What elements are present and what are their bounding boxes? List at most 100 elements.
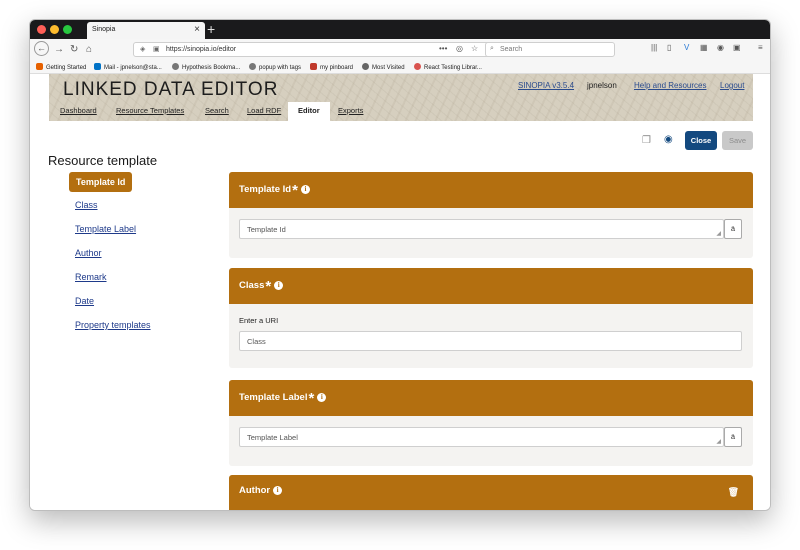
octopus-icon [414, 63, 421, 70]
resize-handle-icon[interactable]: ◢ [716, 438, 721, 445]
tab-search[interactable]: Search [205, 106, 229, 115]
tab-exports[interactable]: Exports [338, 106, 363, 115]
panel-class: Class* i Enter a URI Class [229, 268, 753, 368]
search-icon: ⌕ [490, 45, 494, 52]
input-placeholder: Template Label [247, 433, 298, 442]
extension-grid-icon[interactable]: ▦ [700, 43, 708, 52]
bookmark-item[interactable]: React Testing Librar... [414, 63, 482, 71]
copy-icon[interactable]: ❐ [642, 135, 651, 146]
info-icon[interactable]: i [274, 281, 284, 290]
minimize-window-icon[interactable] [50, 25, 59, 34]
version-link[interactable]: SINOPIA v3.5.4 [518, 81, 574, 90]
bookmark-star-icon[interactable]: ☆ [471, 44, 478, 53]
gear-icon [362, 63, 369, 70]
panel-title: Template Id [239, 184, 292, 195]
close-button[interactable]: Close [685, 131, 717, 150]
nav-item-class[interactable]: Class [75, 200, 98, 210]
help-link[interactable]: Help and Resources [634, 81, 706, 90]
info-icon[interactable]: i [317, 393, 327, 402]
tab-editor[interactable]: Editor [288, 102, 330, 121]
pocket-icon[interactable]: ◎ [456, 44, 463, 53]
resize-handle-icon[interactable]: ◢ [716, 230, 721, 237]
back-icon[interactable]: ← [34, 41, 49, 56]
page-content: LINKED DATA EDITOR SINOPIA v3.5.4 jpnels… [30, 74, 770, 510]
input-placeholder: Class [247, 337, 266, 346]
shield-icon[interactable]: ◈ [140, 45, 145, 53]
bookmark-item[interactable]: Getting Started [36, 63, 86, 71]
browser-toolbar: ← → ↻ ⌂ ◈ ▣ https://sinopia.io/editor ••… [30, 39, 770, 61]
language-button[interactable]: ä [724, 219, 742, 239]
globe-icon [249, 63, 256, 70]
extension-v-icon[interactable]: V [684, 43, 689, 52]
panel-title: Class [239, 280, 265, 291]
forward-icon[interactable]: → [54, 42, 64, 58]
bookmark-item[interactable]: my pinboard [310, 63, 353, 71]
page-actions-icon[interactable]: ••• [439, 44, 447, 53]
trash-icon[interactable]: 🗑 [728, 487, 739, 498]
template-label-input[interactable]: Template Label ◢ [239, 427, 724, 447]
panel-title: Author [239, 485, 271, 496]
nav-item-template-label[interactable]: Template Label [75, 224, 136, 234]
panel-template-label: Template Label* i Template Label ◢ ä [229, 380, 753, 466]
panel-template-id: Template Id* i Template Id ◢ ä [229, 172, 753, 258]
search-placeholder: Search [500, 46, 523, 53]
bookmark-item[interactable]: popup with tags [249, 63, 301, 71]
browser-tab[interactable]: Sinopia × [87, 22, 205, 39]
lock-icon: ▣ [153, 46, 160, 53]
bookmark-item[interactable]: Most Visited [362, 63, 405, 71]
pinboard-icon [310, 63, 317, 70]
tab-bar: Sinopia × + [30, 20, 770, 39]
reload-icon[interactable]: ↻ [70, 42, 78, 58]
required-asterisk: * [292, 182, 298, 199]
info-icon[interactable]: i [273, 486, 283, 495]
info-icon[interactable]: i [300, 185, 310, 194]
new-tab-icon[interactable]: + [207, 20, 215, 38]
app-header: LINKED DATA EDITOR SINOPIA v3.5.4 jpnels… [49, 74, 753, 121]
logout-link[interactable]: Logout [720, 81, 744, 90]
menu-icon[interactable]: ≡ [758, 43, 763, 52]
nav-item-author[interactable]: Author [75, 248, 102, 258]
url-text: https://sinopia.io/editor [166, 46, 237, 53]
account-icon[interactable]: ◉ [717, 43, 724, 52]
preview-eye-icon[interactable]: ◉ [664, 134, 673, 145]
template-id-input[interactable]: Template Id ◢ [239, 219, 724, 239]
outlook-icon [94, 63, 101, 70]
url-bar[interactable]: ◈ ▣ https://sinopia.io/editor ••• ◎ ☆ [133, 42, 508, 57]
tab-dashboard[interactable]: Dashboard [60, 106, 97, 115]
home-icon[interactable]: ⌂ [86, 42, 92, 58]
panel-author: Author i 🗑 [229, 475, 753, 510]
save-button[interactable]: Save [722, 131, 753, 150]
browser-window: Sinopia × + ← → ↻ ⌂ ◈ ▣ https://sinopia.… [29, 19, 771, 511]
input-placeholder: Template Id [247, 225, 286, 234]
search-box[interactable]: ⌕ Search [485, 42, 615, 57]
nav-item-date[interactable]: Date [75, 296, 94, 306]
panel-header: Class* i [229, 268, 753, 304]
class-uri-input[interactable]: Class [239, 331, 742, 351]
language-button[interactable]: ä [724, 427, 742, 447]
app-logo: LINKED DATA EDITOR [63, 79, 279, 100]
panel-header: Template Label* i [229, 380, 753, 416]
bookmarks-bar: Getting Started Mail - jpnelson@sta... H… [30, 61, 770, 74]
panel-header: Author i 🗑 [229, 475, 753, 510]
required-asterisk: * [308, 390, 315, 407]
firefox-icon [36, 63, 43, 70]
nav-item-remark[interactable]: Remark [75, 272, 107, 282]
maximize-window-icon[interactable] [63, 25, 72, 34]
username: jpnelson [587, 81, 617, 90]
page-title: Resource template [48, 153, 158, 168]
tab-resource-templates[interactable]: Resource Templates [116, 106, 184, 115]
library-icon[interactable]: ||| [651, 43, 657, 52]
tab-close-icon[interactable]: × [194, 24, 200, 35]
nav-item-template-id[interactable]: Template Id [69, 172, 133, 192]
extension-box-icon[interactable]: ▣ [733, 43, 741, 52]
bookmark-item[interactable]: Mail - jpnelson@sta... [94, 63, 162, 71]
bookmark-item[interactable]: Hypothesis Bookma... [172, 63, 240, 71]
close-window-icon[interactable] [37, 25, 46, 34]
sidebar-icon[interactable]: ▯ [667, 43, 671, 52]
globe-icon [172, 63, 179, 70]
tab-load-rdf[interactable]: Load RDF [247, 106, 281, 115]
field-label: Enter a URI [239, 316, 279, 325]
nav-item-property-templates[interactable]: Property templates [75, 320, 151, 330]
required-asterisk: * [265, 278, 272, 295]
tab-title: Sinopia [92, 26, 116, 33]
